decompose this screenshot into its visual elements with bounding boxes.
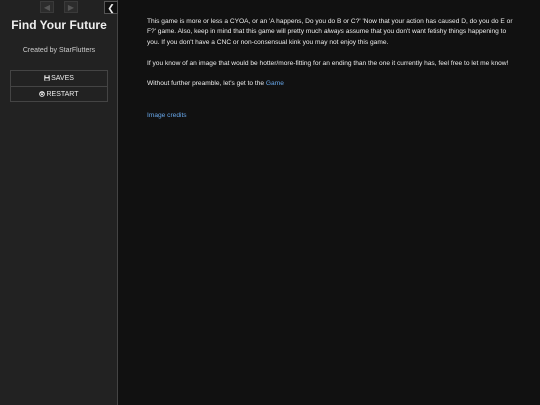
saves-button[interactable]: SAVES — [11, 71, 107, 86]
intro-paragraph: This game is more or less a CYOA, or an … — [147, 17, 515, 48]
intro-emphasis: always — [323, 28, 344, 36]
preamble-paragraph: Without further preamble, let's get to t… — [147, 79, 515, 89]
preamble-text: Without further preamble, let's get to t… — [147, 80, 266, 88]
save-icon — [44, 72, 50, 87]
game-link[interactable]: Game — [266, 80, 284, 87]
chevron-left-icon: ❮ — [107, 3, 115, 13]
sidebar: ◀ ▶ ❮ Find Your Future Created by StarFl… — [0, 0, 118, 405]
power-icon — [39, 88, 46, 103]
credits-paragraph: Image credits — [147, 111, 515, 121]
story-author: Created by StarFlutters — [22, 47, 96, 54]
story-title: Find Your Future — [11, 18, 107, 32]
story-menu: SAVES RESTART — [10, 70, 108, 102]
restart-label: RESTART — [46, 91, 79, 98]
history-back-button[interactable]: ◀ — [40, 1, 54, 13]
image-credits-link[interactable]: Image credits — [147, 112, 187, 119]
sidebar-toggle-button[interactable]: ❮ — [104, 1, 118, 14]
image-request-paragraph: If you know of an image that would be ho… — [147, 59, 509, 67]
restart-button[interactable]: RESTART — [11, 86, 107, 101]
arrow-right-icon: ▶ — [67, 3, 75, 12]
history-forward-button[interactable]: ▶ — [64, 1, 78, 13]
saves-label: SAVES — [51, 75, 74, 82]
story-passage: This game is more or less a CYOA, or an … — [147, 17, 515, 132]
arrow-left-icon: ◀ — [43, 3, 51, 12]
